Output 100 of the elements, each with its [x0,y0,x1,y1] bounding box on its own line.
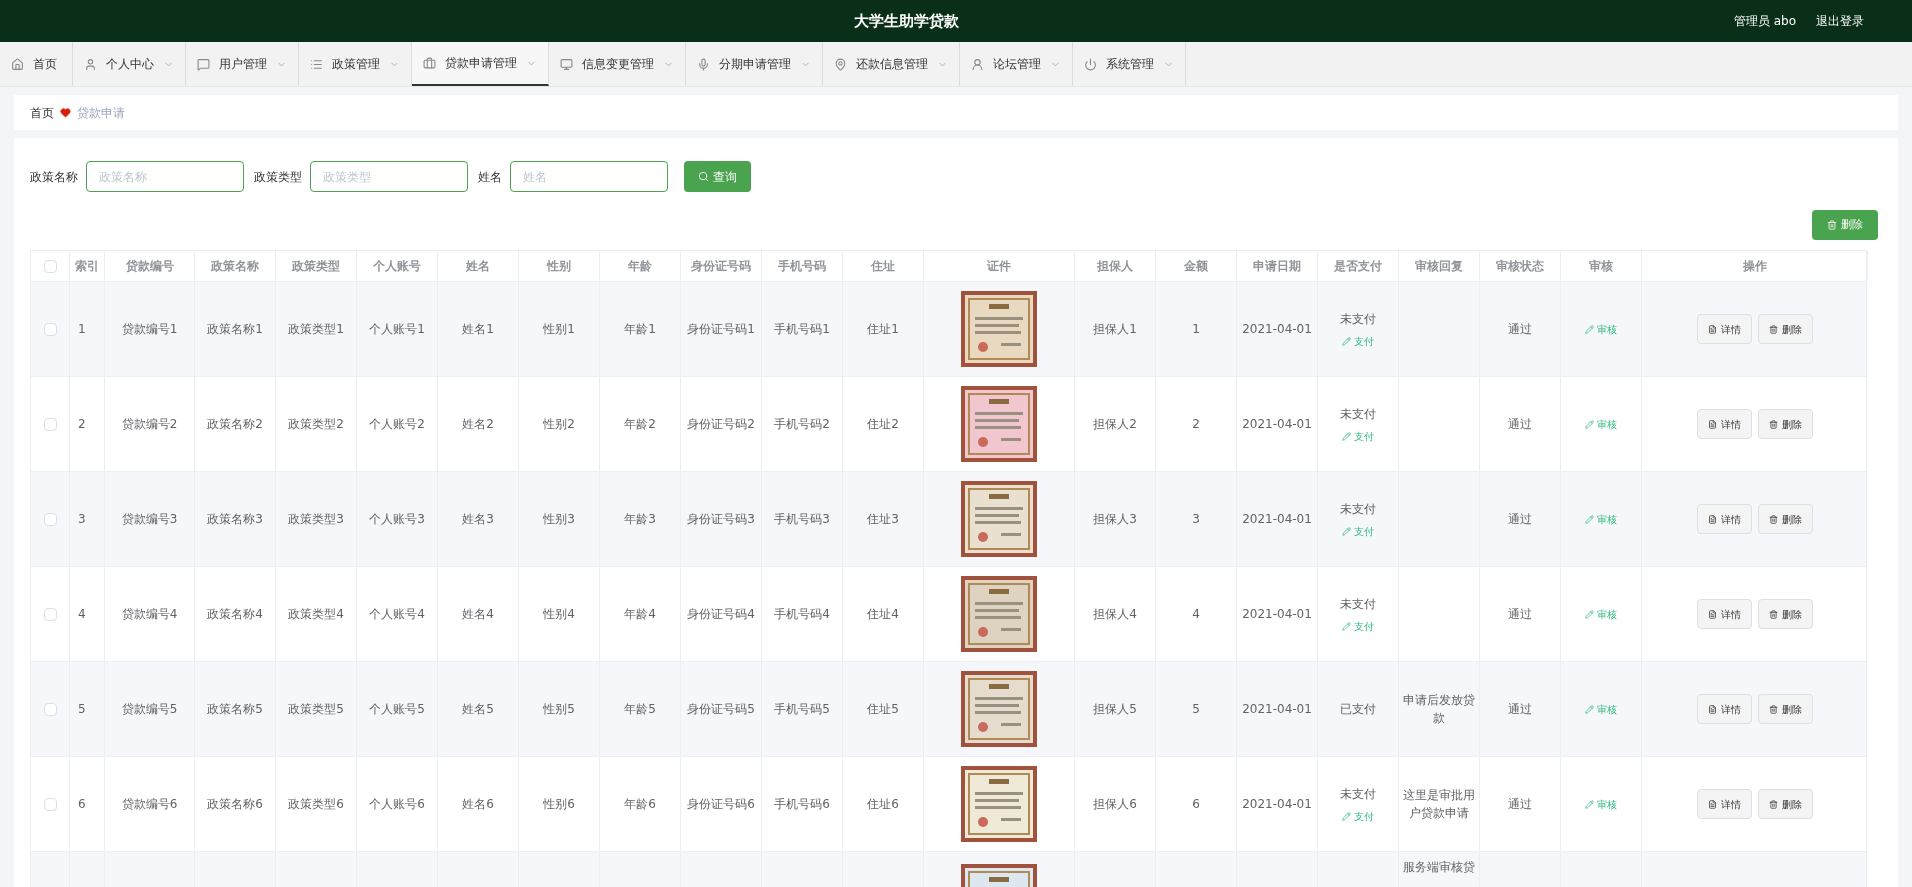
filter-field[interactable]: 姓名 [510,161,668,192]
table-cell-text: 个人账号6 [369,796,425,813]
filter-field[interactable]: 政策名称 [86,161,244,192]
nav-tab[interactable]: 用户管理 [186,42,299,86]
nav-tab[interactable]: 还款信息管理 [823,42,960,86]
table-cell-text: 手机号码6 [774,796,830,813]
column-header: 金额 [1156,251,1237,281]
document-icon [1708,704,1717,714]
delete-button[interactable]: 删除 [1758,789,1813,819]
table-cell-text: 年龄1 [624,321,656,338]
trash-icon [1769,704,1778,714]
delete-button[interactable]: 删除 [1758,504,1813,534]
table-cell-text: 政策类型2 [288,416,344,433]
table-cell-text: 手机号码2 [774,416,830,433]
table-cell-text: 个人账号1 [369,321,425,338]
table-cell-text: 政策类型4 [288,606,344,623]
nav-tab[interactable]: 贷款申请管理 [412,42,549,86]
table-cell-text: 3 [78,511,86,528]
nav-tab[interactable]: 首页 [0,42,73,86]
table-cell-text: 性别2 [543,416,575,433]
payment-status: 未支付 [1340,785,1376,803]
trash-icon [1769,514,1778,524]
column-header: 政策类型 [276,251,357,281]
nav-icon [197,57,210,71]
pencil-icon [1585,324,1594,334]
nav-tab[interactable]: 系统管理 [1073,42,1186,86]
table-cell-text: 性别3 [543,511,575,528]
nav-icon [310,57,323,71]
trash-icon [1769,419,1778,429]
checkbox[interactable] [43,512,57,526]
delete-button[interactable]: 删除 [1758,409,1813,439]
table-cell-text: 政策名称1 [207,321,263,338]
table-cell-text: 姓名6 [462,796,494,813]
column-header: 贷款编号 [105,251,195,281]
logout-link[interactable]: 退出登录 [1816,12,1864,30]
column-header: 住址 [843,251,924,281]
checkbox[interactable] [43,322,57,336]
breadcrumb-home[interactable]: 首页 [30,103,54,122]
app-title: 大学生助学贷款 [854,10,960,32]
table-cell-text: 身份证号码4 [687,606,755,623]
details-button[interactable]: 详情 [1697,409,1752,439]
nav-icon [423,56,436,70]
checkbox[interactable] [43,702,57,716]
table-cell-text: 5 [78,701,86,718]
table-cell-text: 贷款编号3 [121,511,178,528]
details-button[interactable]: 详情 [1697,504,1752,534]
table-cell-text: 政策名称6 [207,796,263,813]
table-cell-text: 担保人4 [1093,606,1137,623]
table-cell-text: 通过 [1508,701,1532,718]
nav-tab[interactable]: 分期申请管理 [686,42,823,86]
table-cell-text: 政策名称4 [207,606,263,623]
table-cell-text: 年龄5 [624,701,656,718]
column-header: 审核回复 [1399,251,1480,281]
details-button[interactable]: 详情 [1697,314,1752,344]
table-cell-text: 担保人2 [1093,416,1137,433]
nav-tab[interactable]: 论坛管理 [960,42,1073,86]
pencil-icon [1585,609,1594,619]
table-cell-text: 6 [78,796,86,813]
table-cell-text: 住址3 [867,511,899,528]
table-cell-text: 通过 [1508,416,1532,433]
filter-label: 政策名称 [30,168,78,186]
heart-icon [60,107,71,118]
table-cell-text: 个人账号4 [369,606,425,623]
delete-button[interactable]: 删除 [1758,314,1813,344]
table-cell-text: 政策类型6 [288,796,344,813]
nav-tab[interactable]: 个人中心 [73,42,186,86]
table-cell-text: 住址6 [867,796,899,813]
table-cell-text: 个人账号3 [369,511,425,528]
table-cell-text: 住址2 [867,416,899,433]
table-cell-text: 政策类型3 [288,511,344,528]
trash-icon [1769,324,1778,334]
checkbox[interactable] [43,259,57,273]
pencil-icon [1342,811,1351,821]
table-cell-text: 4 [78,606,86,623]
table-cell-text: 政策类型5 [288,701,344,718]
checkbox[interactable] [43,797,57,811]
table-cell-text: 服务端审核贷 [1403,859,1475,876]
table-cell-text: 政策类型1 [288,321,344,338]
payment-status: 未支付 [1340,310,1376,328]
table-cell-text: 贷款编号1 [121,321,178,338]
checkbox[interactable] [43,417,57,431]
details-button[interactable]: 详情 [1697,789,1752,819]
details-button[interactable]: 详情 [1697,599,1752,629]
table-cell-text: 6 [1192,796,1200,813]
filter-field[interactable]: 政策类型 [310,161,468,192]
delete-button[interactable]: 删除 [1758,694,1813,724]
table-cell-text: 手机号码1 [774,321,830,338]
details-button[interactable]: 详情 [1697,694,1752,724]
nav-icon [697,57,710,71]
delete-button[interactable]: 删除 [1758,599,1813,629]
table-cell-text: 贷款编号2 [121,416,178,433]
table-cell-text: 性别6 [543,796,575,813]
nav-tab[interactable]: 信息变更管理 [549,42,686,86]
pencil-icon [1342,431,1351,441]
table-cell-text: 手机号码4 [774,606,830,623]
search-icon [698,171,709,182]
pencil-icon [1342,621,1351,631]
checkbox[interactable] [43,607,57,621]
table-cell-text: 姓名5 [462,701,494,718]
document-icon [1708,799,1717,809]
